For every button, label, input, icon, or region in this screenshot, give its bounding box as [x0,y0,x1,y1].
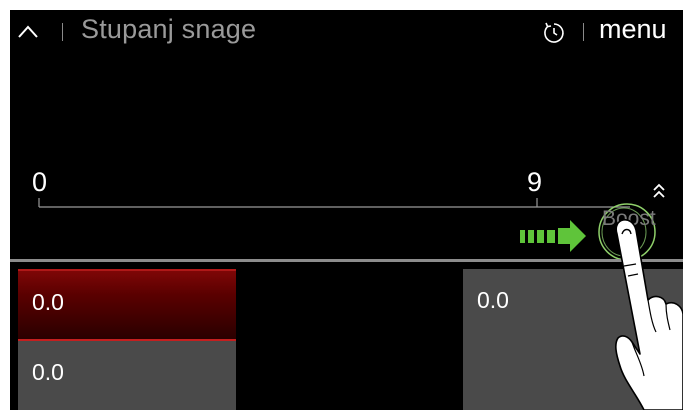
header-separator [62,23,63,41]
zone-power-value: 0.0 [32,289,64,315]
zone-power-value: 0.0 [32,359,64,385]
menu-button[interactable]: menu [599,14,667,45]
timer-icon[interactable] [542,21,566,45]
boost-arrow-icon [520,220,586,252]
header-bar: Stupanj snage menu [10,10,683,56]
power-level-slider[interactable] [10,170,683,260]
divider [10,259,683,262]
cooking-zone-tile[interactable]: 0.0 [18,341,236,410]
cooking-zone-tile[interactable]: 0.0 [18,269,236,342]
header-separator [583,23,584,41]
device-screen: Stupanj snage menu 0 9 Boost 0.0 0.0 0.0 [10,10,683,410]
double-chevron-up-icon [653,183,665,198]
zone-power-value: 0.0 [477,287,509,313]
chevron-up-icon[interactable] [18,23,38,41]
hand-pointer-icon [615,219,683,410]
page-title: Stupanj snage [81,14,257,44]
